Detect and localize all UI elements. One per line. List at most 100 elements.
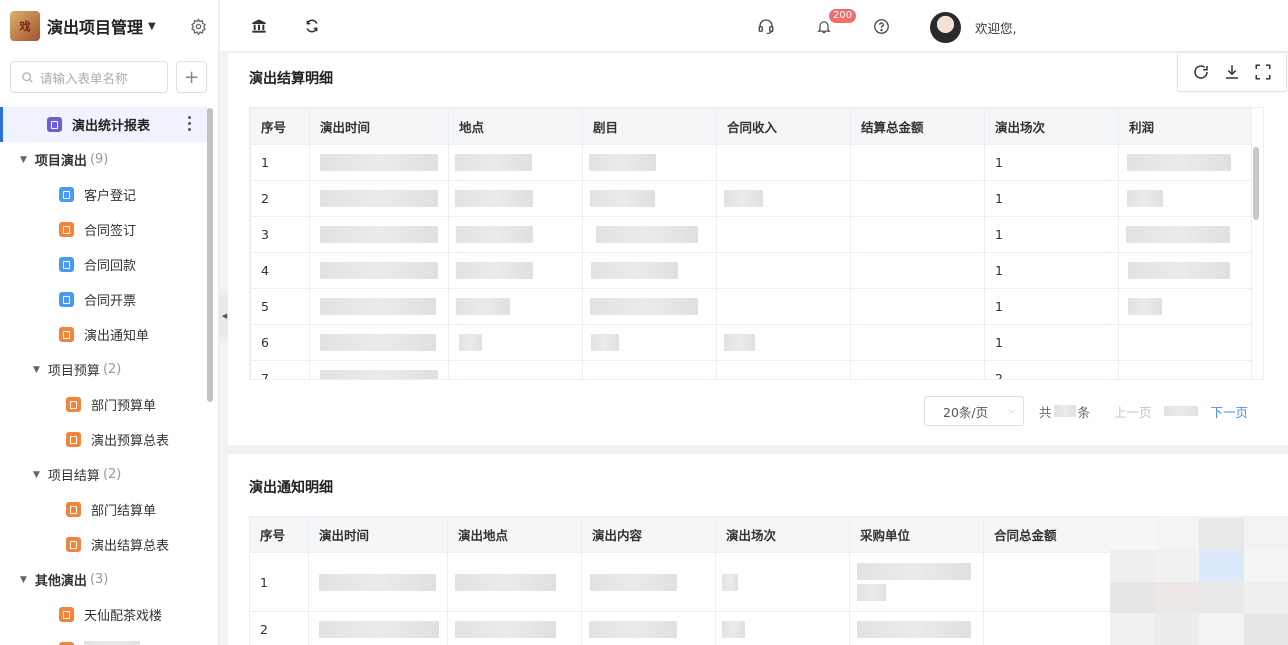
group-label: 其他演出	[34, 574, 87, 589]
tree-subgroup-settlement[interactable]: ▼ 项目结算 (2)	[0, 457, 207, 492]
prev-page-button[interactable]: 上一页	[1114, 402, 1152, 421]
tree-item-active[interactable]: 演出统计报表	[0, 107, 207, 142]
redacted-page-numbers[interactable]	[1163, 406, 1198, 416]
cell-total	[850, 252, 985, 289]
tree-subgroup-budget[interactable]: ▼ 项目预算 (2)	[0, 352, 207, 387]
tree-item-partial[interactable]	[0, 632, 207, 645]
cell-program	[582, 360, 717, 379]
table-row[interactable]: 2 1	[250, 180, 1252, 217]
cell-profit	[1118, 288, 1252, 325]
avatar[interactable]	[930, 12, 961, 43]
total-suffix: 条	[1077, 404, 1091, 420]
table-row[interactable]: 5 1	[250, 288, 1252, 325]
column-header[interactable]: 演出地点	[447, 516, 582, 553]
table-scrollbar[interactable]	[1253, 147, 1259, 220]
caret-down-icon[interactable]: ▼	[20, 155, 27, 165]
cell-sessions: 1	[984, 288, 1119, 325]
cell-profit	[1118, 180, 1252, 217]
tree-item[interactable]: 天仙配茶戏楼	[0, 597, 207, 632]
caret-down-icon[interactable]: ▼	[33, 365, 40, 375]
gear-icon[interactable]	[190, 18, 207, 36]
cell-time	[309, 252, 449, 289]
tree-group-project-performance[interactable]: ▼ 项目演出 (9)	[0, 142, 207, 177]
sidebar: 戏 演出项目管理 ▼ 请输入表单名称 + 演出统计报表 ▼ 项目演出 (9) 客…	[0, 0, 219, 645]
table-row[interactable]: 4 1	[250, 252, 1252, 289]
cell-no: 3	[250, 216, 310, 253]
cell-place	[448, 360, 583, 379]
tree-item[interactable]: 合同签订	[0, 212, 207, 247]
column-header[interactable]: 演出时间	[308, 516, 448, 553]
table-row[interactable]: 3 1	[250, 216, 1252, 253]
tree-item-label: 部门结算单	[91, 504, 157, 519]
cell-total	[850, 216, 985, 253]
page-size-select[interactable]: 20条/页 ⌵	[924, 396, 1024, 426]
download-icon[interactable]	[1223, 63, 1241, 81]
caret-down-icon[interactable]: ▼	[148, 21, 156, 32]
app-title[interactable]: 演出项目管理	[47, 14, 143, 38]
fullscreen-icon[interactable]	[1254, 63, 1272, 81]
cell-profit	[1118, 360, 1252, 379]
form-tree: 演出统计报表 ▼ 项目演出 (9) 客户登记 合同签订 合同回款 合同开票 演出…	[0, 107, 207, 645]
headset-icon[interactable]	[757, 17, 775, 35]
tree-item[interactable]: 部门结算单	[0, 492, 207, 527]
cell-no: 2	[249, 611, 309, 645]
tree-group-other-performance[interactable]: ▼ 其他演出 (3)	[0, 562, 207, 597]
cell-no: 1	[249, 552, 309, 612]
cell-place	[448, 288, 583, 325]
tree-item[interactable]: 合同开票	[0, 282, 207, 317]
column-header[interactable]: 剧目	[582, 108, 717, 145]
app-brand[interactable]: 戏 演出项目管理 ▼	[0, 0, 218, 52]
tree-item[interactable]: 演出结算总表	[0, 527, 207, 562]
help-icon[interactable]	[872, 17, 890, 35]
column-header[interactable]: 序号	[250, 108, 310, 145]
tree-item[interactable]: 客户登记	[0, 177, 207, 212]
reload-icon[interactable]	[1192, 63, 1210, 81]
column-header[interactable]: 地点	[448, 108, 583, 145]
tree-item[interactable]: 演出通知单	[0, 317, 207, 352]
tree-item[interactable]: 合同回款	[0, 247, 207, 282]
add-form-button[interactable]: +	[176, 61, 207, 93]
tree-item[interactable]: 部门预算单	[0, 387, 207, 422]
tree-item-label: 部门预算单	[91, 399, 157, 414]
form-search-input[interactable]: 请输入表单名称	[10, 61, 168, 93]
sidebar-scrollbar[interactable]	[207, 108, 213, 402]
welcome-text[interactable]: 欢迎您,	[975, 18, 1016, 37]
caret-down-icon[interactable]: ▼	[20, 575, 27, 585]
total-count: 共 条	[1039, 402, 1090, 421]
next-page-button[interactable]: 下一页	[1211, 402, 1249, 421]
column-header[interactable]: 利润	[1118, 108, 1252, 145]
cell-buyer	[849, 611, 984, 645]
cell-content	[581, 552, 716, 612]
cell-income	[716, 324, 851, 361]
table-row[interactable]: 6 1	[250, 324, 1252, 361]
column-header[interactable]: 采购单位	[849, 516, 984, 553]
form-icon	[59, 257, 74, 272]
settlement-table: 序号 演出时间 地点 剧目 合同收入 结算总金额 演出场次 利润 1 1 2 1…	[249, 107, 1264, 380]
caret-down-icon[interactable]: ▼	[33, 470, 40, 480]
tree-item[interactable]: 演出预算总表	[0, 422, 207, 457]
form-icon	[59, 222, 74, 237]
tree-item-label: 演出结算总表	[91, 539, 170, 554]
bank-icon[interactable]	[250, 17, 268, 35]
form-icon	[59, 187, 74, 202]
column-header[interactable]: 演出场次	[984, 108, 1119, 145]
column-header[interactable]: 结算总金额	[850, 108, 985, 145]
refresh-icon[interactable]	[303, 17, 321, 35]
form-icon	[66, 502, 81, 517]
column-header[interactable]: 序号	[249, 516, 309, 553]
table-row[interactable]: 1 1	[250, 144, 1252, 181]
group-count: (9)	[89, 152, 109, 167]
form-icon	[59, 327, 74, 342]
more-vertical-icon[interactable]	[188, 116, 191, 131]
cell-sessions	[715, 611, 850, 645]
column-header[interactable]: 演出内容	[581, 516, 716, 553]
cell-income	[716, 144, 851, 181]
column-header[interactable]: 合同收入	[716, 108, 851, 145]
column-header[interactable]: 演出时间	[309, 108, 449, 145]
table-row[interactable]: 7 2	[250, 360, 1252, 379]
cell-no: 4	[250, 252, 310, 289]
column-header[interactable]: 演出场次	[715, 516, 850, 553]
cell-total	[850, 144, 985, 181]
tree-item-label: 演出统计报表	[72, 119, 151, 134]
cell-program	[582, 252, 717, 289]
